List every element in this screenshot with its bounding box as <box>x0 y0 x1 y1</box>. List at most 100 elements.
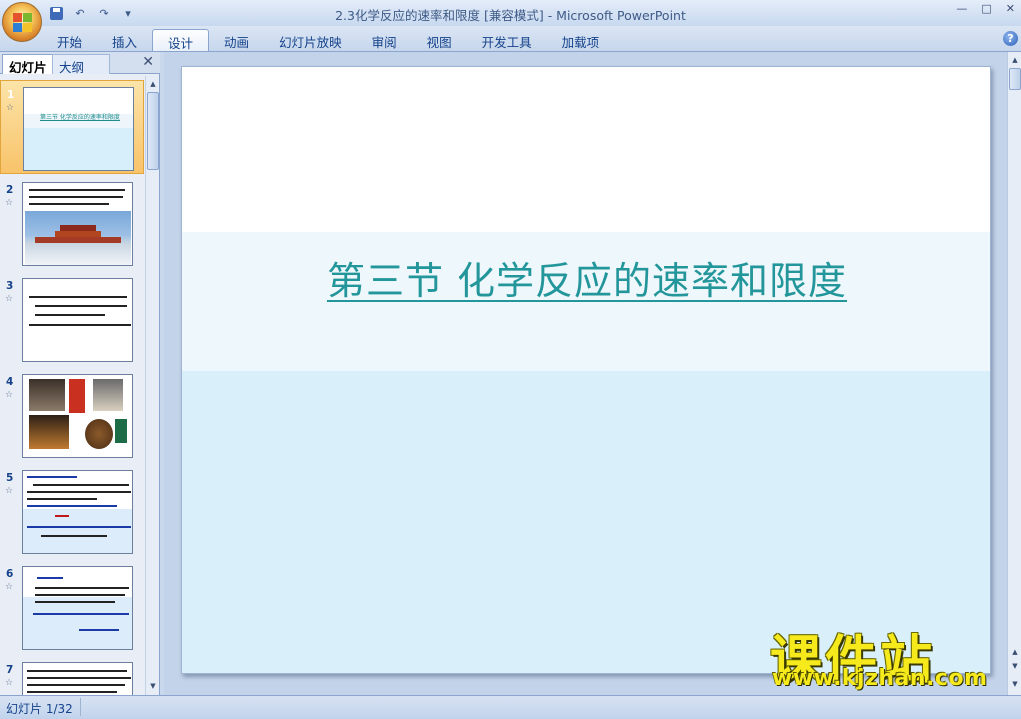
window-controls: — □ ✕ <box>956 2 1015 15</box>
preview-text-line <box>35 587 129 589</box>
slide-number: 1 <box>7 89 15 101</box>
slide-preview <box>22 566 133 650</box>
slide-number: 7 <box>6 664 14 676</box>
preview-lower <box>23 597 132 649</box>
transition-icon: ☆ <box>5 678 14 688</box>
office-logo-icon <box>13 13 33 33</box>
preview-text-line <box>27 684 125 686</box>
preview-text-line <box>33 484 129 486</box>
minimize-button[interactable]: — <box>956 2 967 15</box>
slide-preview <box>22 662 133 695</box>
close-button[interactable]: ✕ <box>1006 2 1015 15</box>
transition-icon: ☆ <box>6 103 15 113</box>
pane-tabs: 幻灯片 大纲 ✕ <box>0 52 160 75</box>
preview-image <box>29 415 69 449</box>
preview-text-line <box>27 476 77 478</box>
watermark-url: www.kjzhan.com <box>772 666 988 691</box>
slide-preview <box>22 278 133 362</box>
preview-text-line <box>27 670 127 672</box>
close-icon[interactable]: ✕ <box>142 54 154 70</box>
tab-slide-show[interactable]: 幻灯片放映 <box>264 29 357 51</box>
help-icon[interactable]: ? <box>1003 31 1018 46</box>
preview-text-line <box>29 296 127 298</box>
slide-preview <box>22 374 133 458</box>
preview-image <box>115 419 127 443</box>
slide-thumbnail-2[interactable]: 2 ☆ <box>0 176 144 270</box>
slide-canvas[interactable]: 第三节 化学反应的速率和限度 <box>181 66 991 674</box>
slide-number: 6 <box>6 568 14 580</box>
tab-outline[interactable]: 大纲 <box>52 54 110 75</box>
preview-text-line <box>35 601 115 603</box>
status-divider <box>80 698 81 716</box>
preview-text-line <box>35 594 125 596</box>
slide-thumbnail-4[interactable]: 4 ☆ <box>0 368 144 462</box>
slide-thumbnail-7[interactable]: 7 ☆ <box>0 656 144 695</box>
preview-image-part <box>35 237 121 243</box>
slide-editing-area: 第三节 化学反应的速率和限度 <box>164 52 1007 695</box>
tab-add-ins[interactable]: 加载项 <box>547 29 615 51</box>
scroll-down-icon[interactable]: ▼ <box>147 680 159 692</box>
preview-title: 第三节 化学反应的速率和限度 <box>40 114 120 121</box>
slide-number: 2 <box>6 184 14 196</box>
transition-icon: ☆ <box>5 582 14 592</box>
preview-image <box>25 211 131 265</box>
tab-insert[interactable]: 插入 <box>97 29 152 51</box>
preview-text-line <box>79 629 119 631</box>
title-bar: ↶ ↷ ▾ 2.3化学反应的速率和限度 [兼容模式] - Microsoft P… <box>0 0 1021 26</box>
ribbon-tabs: 开始 插入 设计 动画 幻灯片放映 审阅 视图 开发工具 加载项 <box>42 29 614 51</box>
preview-text-line <box>35 305 127 307</box>
transition-icon: ☆ <box>5 294 14 304</box>
preview-text-line <box>41 535 107 537</box>
slide-preview <box>22 470 133 554</box>
slide-scrollbar[interactable]: ▲ ▲ ▼ ▼ <box>1007 52 1021 695</box>
preview-text-line <box>35 314 105 316</box>
slide-counter: 幻灯片 1/32 <box>6 702 73 716</box>
preview-text-line <box>29 189 125 191</box>
slide-number: 4 <box>6 376 14 388</box>
maximize-button[interactable]: □ <box>981 2 991 15</box>
tab-design[interactable]: 设计 <box>152 29 210 51</box>
preview-text-line <box>33 613 129 615</box>
preview-text-line <box>29 203 109 205</box>
previous-slide-icon[interactable]: ▲ <box>1009 646 1021 658</box>
preview-text-line <box>37 577 63 579</box>
slide-thumbnail-3[interactable]: 3 ☆ <box>0 272 144 366</box>
scroll-up-icon[interactable]: ▲ <box>147 78 159 90</box>
tab-animations[interactable]: 动画 <box>209 29 264 51</box>
tab-home[interactable]: 开始 <box>42 29 97 51</box>
tab-review[interactable]: 审阅 <box>357 29 412 51</box>
office-button[interactable] <box>2 2 42 42</box>
transition-icon: ☆ <box>5 486 14 496</box>
preview-text-line <box>55 515 69 517</box>
scroll-down-icon[interactable]: ▼ <box>1009 678 1021 690</box>
preview-text-line <box>27 491 131 493</box>
preview-text-line <box>27 691 117 693</box>
thumbnail-list: 1 ☆ 第三节 化学反应的速率和限度 2 ☆ 3 ☆ 4 ☆ 5 ☆ 6 ☆ 7… <box>0 76 144 695</box>
preview-lower <box>24 128 133 170</box>
scrollbar-thumb[interactable] <box>1009 68 1021 90</box>
preview-text-line <box>29 324 131 326</box>
preview-image <box>85 419 113 449</box>
transition-icon: ☆ <box>5 198 14 208</box>
thumbnail-scrollbar[interactable]: ▲ ▼ <box>145 76 159 695</box>
tab-slides[interactable]: 幻灯片 <box>2 54 54 75</box>
slide-title[interactable]: 第三节 化学反应的速率和限度 <box>182 250 990 305</box>
tab-view[interactable]: 视图 <box>412 29 467 51</box>
preview-lower <box>23 509 132 553</box>
preview-image <box>29 379 65 411</box>
preview-text-line <box>27 526 131 528</box>
slide-thumbnail-6[interactable]: 6 ☆ <box>0 560 144 654</box>
slide-number: 5 <box>6 472 14 484</box>
scroll-up-icon[interactable]: ▲ <box>1009 54 1021 66</box>
preview-text-line <box>27 505 117 507</box>
preview-image <box>69 379 85 413</box>
slide-thumbnail-1[interactable]: 1 ☆ 第三节 化学反应的速率和限度 <box>0 80 144 174</box>
tab-developer[interactable]: 开发工具 <box>467 29 547 51</box>
scrollbar-thumb[interactable] <box>147 92 159 170</box>
status-bar: 幻灯片 1/32 <box>0 695 1021 719</box>
preview-text-line <box>27 498 97 500</box>
preview-text-line <box>29 196 123 198</box>
slide-thumbnail-5[interactable]: 5 ☆ <box>0 464 144 558</box>
next-slide-icon[interactable]: ▼ <box>1009 660 1021 672</box>
slide-preview: 第三节 化学反应的速率和限度 <box>23 87 134 171</box>
